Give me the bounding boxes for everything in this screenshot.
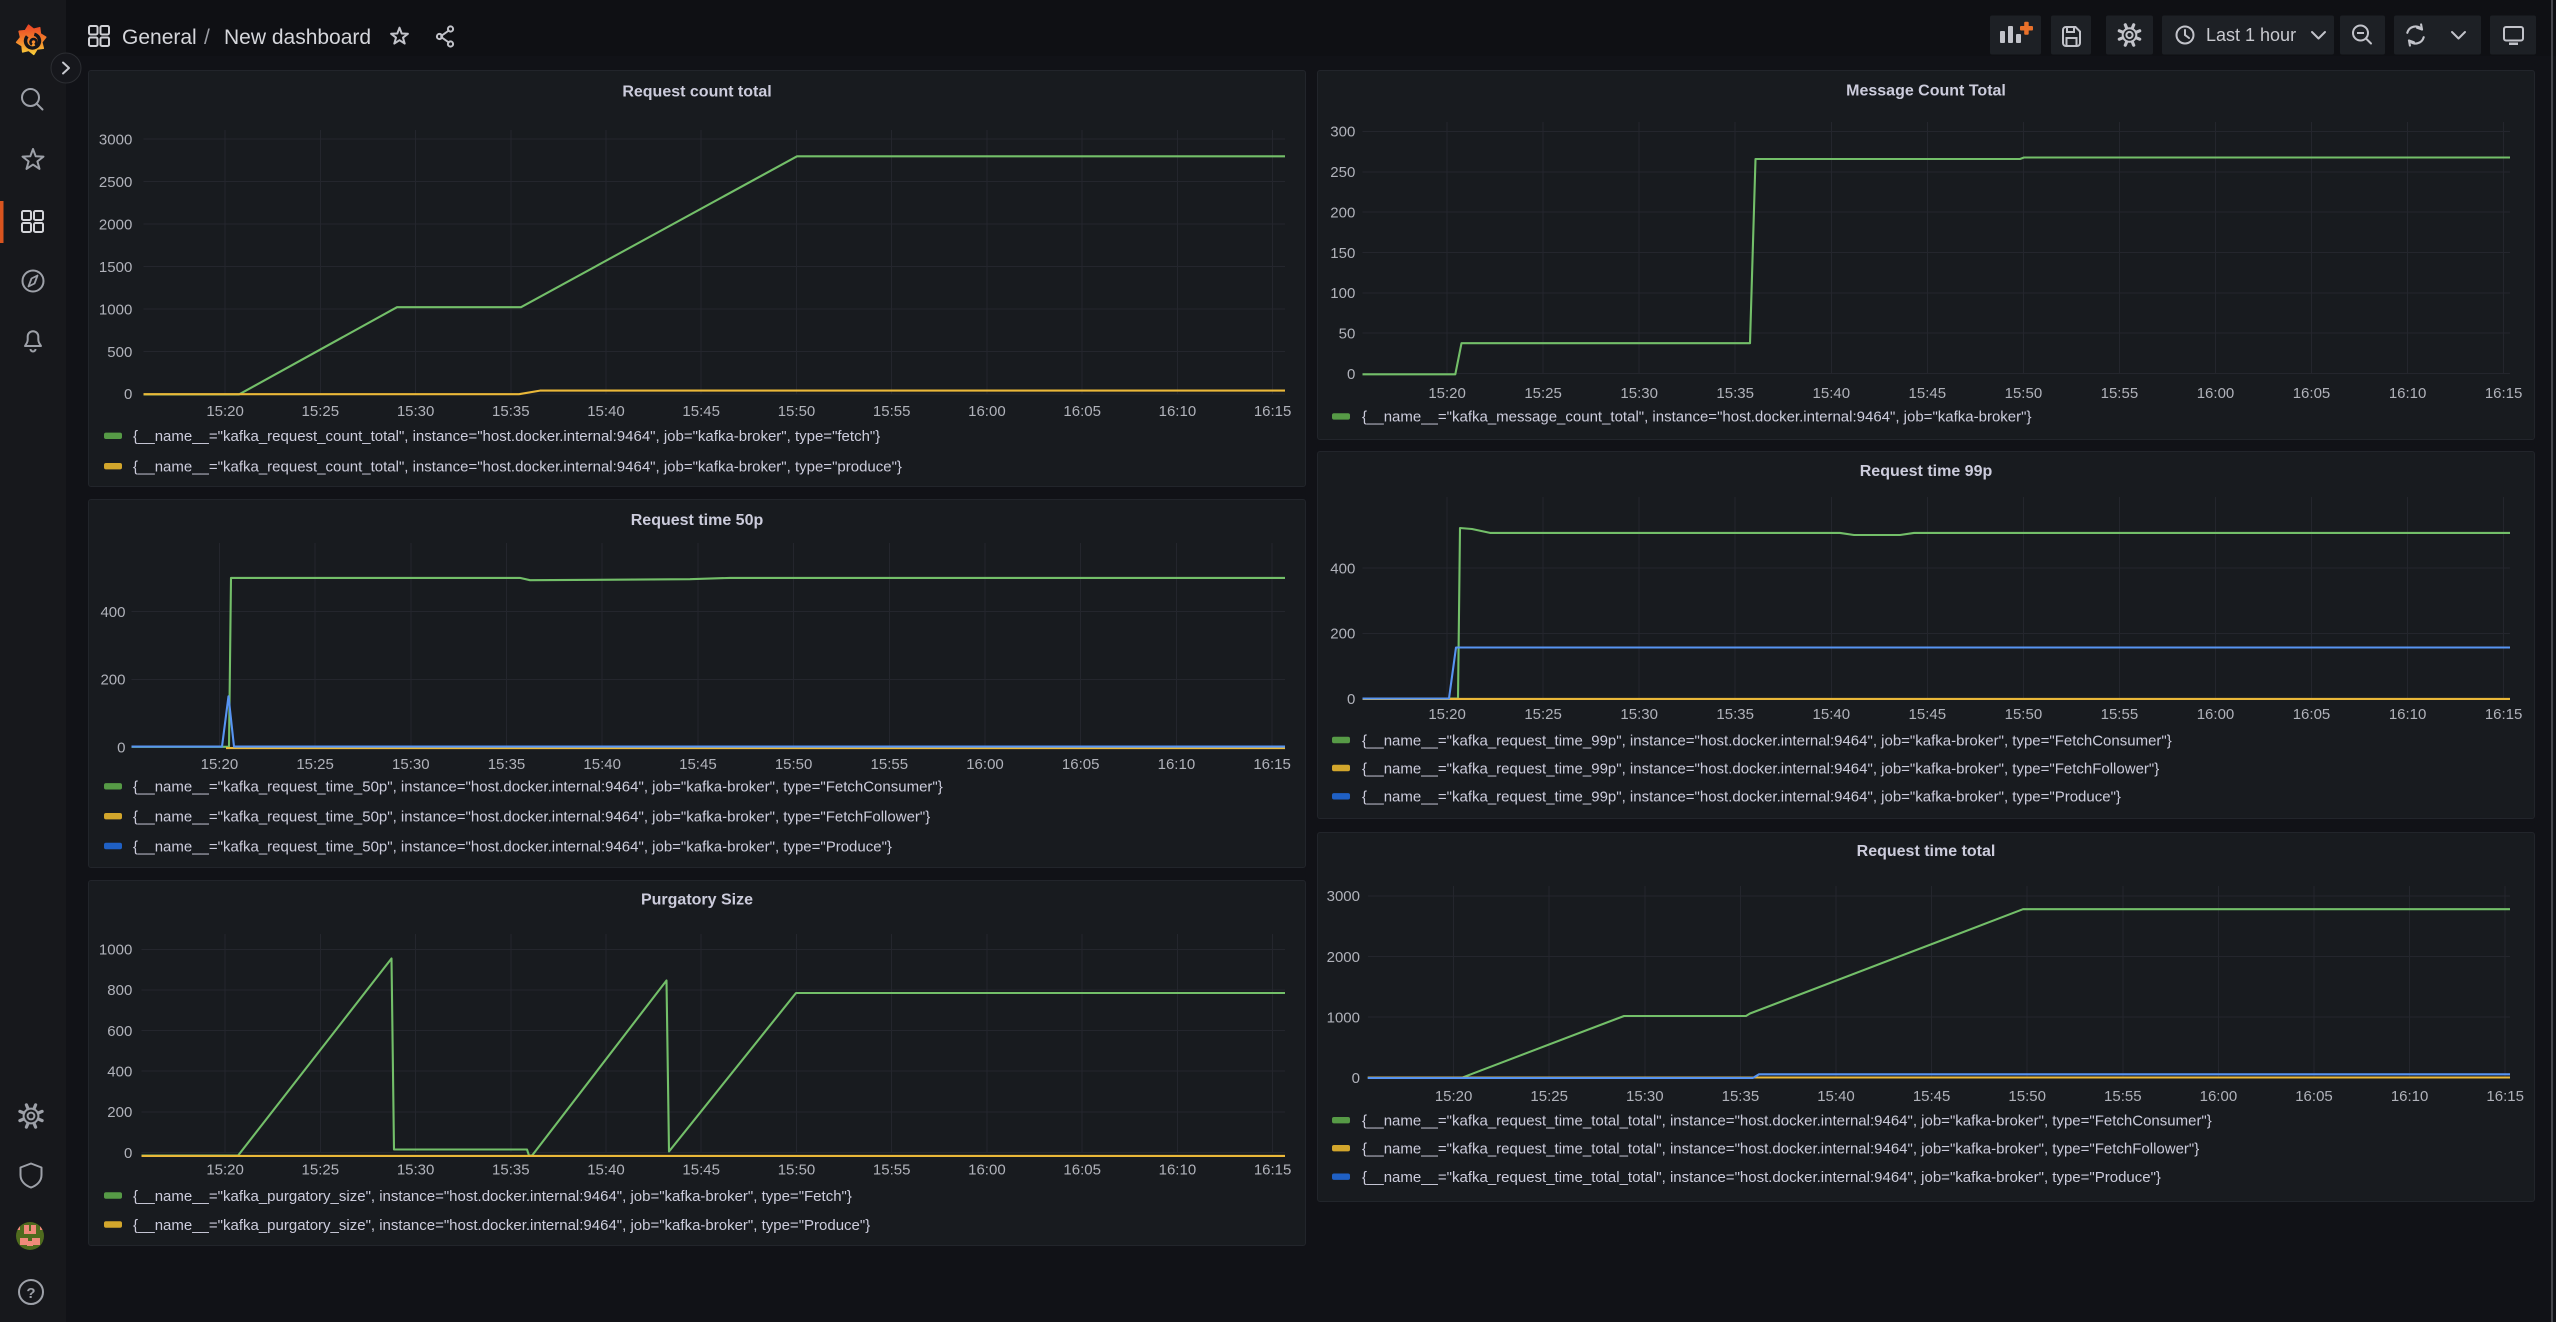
svg-text:?: ? (26, 1285, 35, 1302)
svg-text:Last 1 hour: Last 1 hour (2206, 25, 2296, 45)
svg-text:General: General (122, 26, 197, 49)
svg-text:New dashboard: New dashboard (224, 26, 371, 49)
svg-text:/: / (204, 26, 210, 49)
